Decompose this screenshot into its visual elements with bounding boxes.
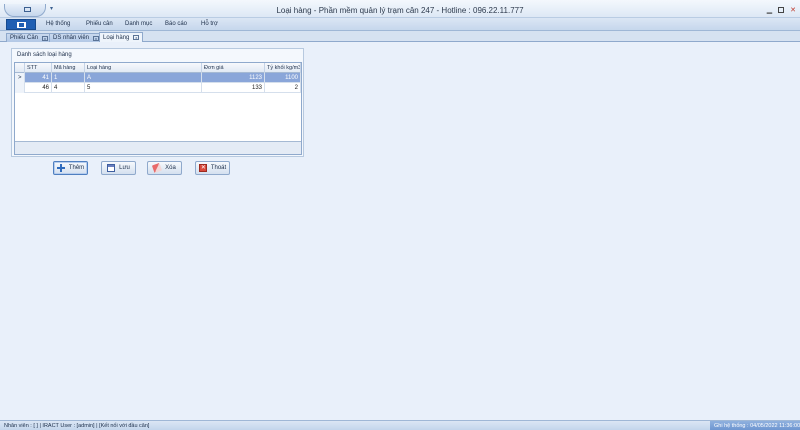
status-system-time: Ghi hệ thống : 04/05/2022 11:36:00	[710, 421, 800, 430]
tab-label: Loại hàng	[103, 34, 130, 41]
add-button[interactable]: Thêm	[53, 161, 88, 175]
close-icon[interactable]: x	[133, 35, 140, 40]
cell-ty-khoi[interactable]: 1100	[265, 73, 301, 83]
cell-ty-khoi[interactable]: 2	[265, 83, 301, 93]
cell-stt[interactable]: 41	[25, 73, 52, 83]
tab-label: DS nhân viên	[53, 35, 90, 41]
exit-button[interactable]: Thoát	[195, 161, 230, 175]
tab-loai-hang[interactable]: Loại hàng x	[99, 32, 144, 42]
indicator-header	[15, 63, 25, 73]
exit-button-label: Thoát	[210, 165, 227, 171]
cell-loai-hang[interactable]: A	[85, 73, 202, 83]
minimize-icon[interactable]: ▁	[767, 6, 772, 14]
calendar-icon	[107, 164, 116, 172]
delete-button[interactable]: Xóa	[147, 161, 182, 175]
row-indicator-icon	[15, 83, 25, 93]
column-header-loai-hang[interactable]: Loại hàng	[85, 63, 202, 73]
tab-phieu-can[interactable]: Phiếu Cân x	[6, 33, 53, 42]
column-header-don-gia[interactable]: Đơn giá	[202, 63, 265, 73]
tab-label: Phiếu Cân	[10, 35, 39, 41]
main-content: Danh sách loại hàng STT Mã hàng Loại hàn…	[0, 42, 800, 420]
tab-ds-nhan-vien[interactable]: DS nhân viên x	[49, 33, 104, 42]
cell-ma-hang[interactable]: 4	[52, 83, 85, 93]
column-header-stt[interactable]: STT	[25, 63, 52, 73]
menu-phieu-can[interactable]: Phiếu cân	[86, 21, 113, 27]
exit-icon	[198, 164, 207, 172]
grid-header: STT Mã hàng Loại hàng Đơn giá Tỷ khối kg…	[15, 63, 301, 73]
ribbon-app-button[interactable]	[6, 19, 36, 30]
cell-ma-hang[interactable]: 1	[52, 73, 85, 83]
menu-he-thong[interactable]: Hệ thống	[46, 21, 70, 27]
window-controls: ▁ ✕	[767, 6, 796, 14]
cell-don-gia[interactable]: 133	[202, 83, 265, 93]
eraser-icon	[152, 162, 163, 174]
close-icon[interactable]: ✕	[790, 6, 796, 14]
table-row[interactable]: > 41 1 A 1123 1100	[15, 73, 301, 83]
cell-stt[interactable]: 46	[25, 83, 52, 93]
window-title: Loại hàng - Phần mềm quản lý trạm cân 24…	[276, 6, 524, 15]
status-user-info: Nhân viên : [ ] | IRACT User : [admin] |…	[4, 423, 150, 429]
column-header-ma-hang[interactable]: Mã hàng	[52, 63, 85, 73]
plus-icon	[56, 164, 65, 172]
status-bar: Nhân viên : [ ] | IRACT User : [admin] |…	[0, 420, 800, 430]
menu-bar: Hệ thống Phiếu cân Danh mục Báo cáo Hỗ t…	[0, 18, 800, 31]
document-tabs: Phiếu Cân x DS nhân viên x Loại hàng x	[0, 31, 800, 42]
menu-danh-muc[interactable]: Danh mục	[125, 21, 152, 27]
group-title: Danh sách loại hàng	[17, 52, 72, 58]
cell-don-gia[interactable]: 1123	[202, 73, 265, 83]
add-button-label: Thêm	[68, 165, 85, 171]
close-icon[interactable]: x	[42, 35, 49, 41]
maximize-icon[interactable]	[778, 7, 785, 13]
save-button-label: Lưu	[119, 165, 130, 171]
save-button[interactable]: Lưu	[101, 161, 136, 175]
table-row[interactable]: 46 4 5 133 2	[15, 83, 301, 93]
delete-button-label: Xóa	[165, 165, 176, 171]
title-bar: ▾ Loại hàng - Phần mềm quản lý trạm cân …	[0, 0, 800, 18]
product-type-grid[interactable]: STT Mã hàng Loại hàng Đơn giá Tỷ khối kg…	[14, 62, 302, 155]
menu-ho-tro[interactable]: Hỗ trợ	[201, 21, 218, 27]
cell-loai-hang[interactable]: 5	[85, 83, 202, 93]
column-header-ty-khoi[interactable]: Tỷ khối kg/m3	[265, 63, 301, 73]
grid-icon	[16, 21, 26, 28]
menu-bao-cao[interactable]: Báo cáo	[165, 21, 187, 27]
row-indicator-icon: >	[15, 73, 25, 83]
grid-footer	[15, 141, 301, 154]
product-type-group: Danh sách loại hàng STT Mã hàng Loại hàn…	[11, 48, 304, 157]
